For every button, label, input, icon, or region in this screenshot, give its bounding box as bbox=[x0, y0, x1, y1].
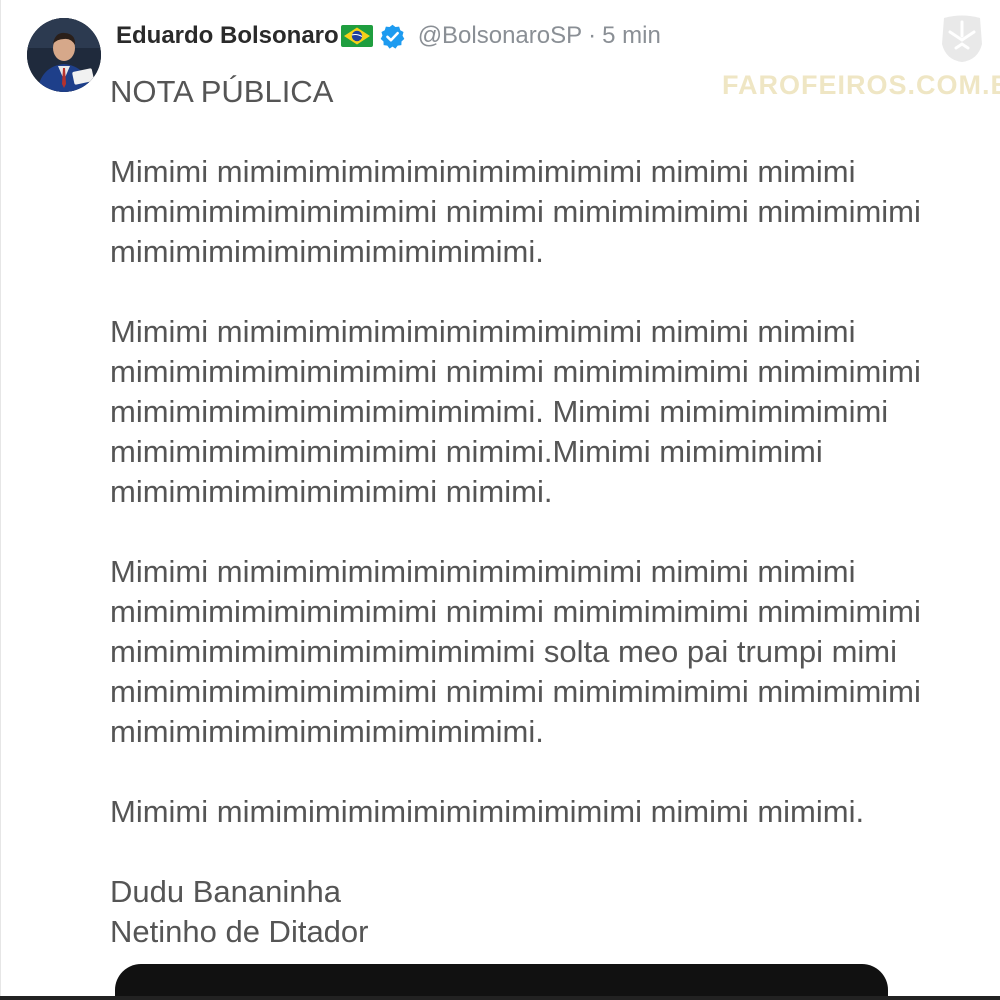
tweet: Eduardo Bolsonaro @BolsonaroSP · 5 min F… bbox=[0, 0, 1000, 1000]
handle[interactable]: @BolsonaroSP bbox=[418, 22, 582, 50]
verified-badge-icon bbox=[379, 23, 406, 50]
timestamp[interactable]: 5 min bbox=[602, 22, 661, 50]
media-attachment[interactable] bbox=[115, 964, 888, 1000]
signature-line: Netinho de Ditador bbox=[110, 914, 369, 949]
brazil-flag-icon bbox=[340, 25, 373, 47]
tweet-paragraph: Mimimi mimimimimimimimimimimimimi mimimi… bbox=[110, 554, 921, 749]
divider bbox=[0, 0, 1, 1000]
tweet-paragraph: Mimimi mimimimimimimimimimimimimi mimimi… bbox=[110, 794, 865, 829]
tweet-paragraph: Mimimi mimimimimimimimimimimimimi mimimi… bbox=[110, 154, 921, 269]
separator: · bbox=[588, 22, 597, 49]
signature-line: Dudu Bananinha bbox=[110, 874, 341, 909]
divider bbox=[0, 996, 1000, 1000]
tweet-title: NOTA PÚBLICA bbox=[110, 74, 334, 109]
tweet-header: Eduardo Bolsonaro @BolsonaroSP · 5 min bbox=[116, 17, 661, 55]
tweet-text: NOTA PÚBLICA Mimimi mimimimimimimimimimi… bbox=[110, 72, 995, 952]
farofeiros-logo-icon bbox=[938, 14, 986, 64]
display-name[interactable]: Eduardo Bolsonaro bbox=[116, 22, 339, 50]
tweet-paragraph: Mimimi mimimimimimimimimimimimimi mimimi… bbox=[110, 314, 921, 509]
avatar[interactable] bbox=[27, 18, 101, 92]
